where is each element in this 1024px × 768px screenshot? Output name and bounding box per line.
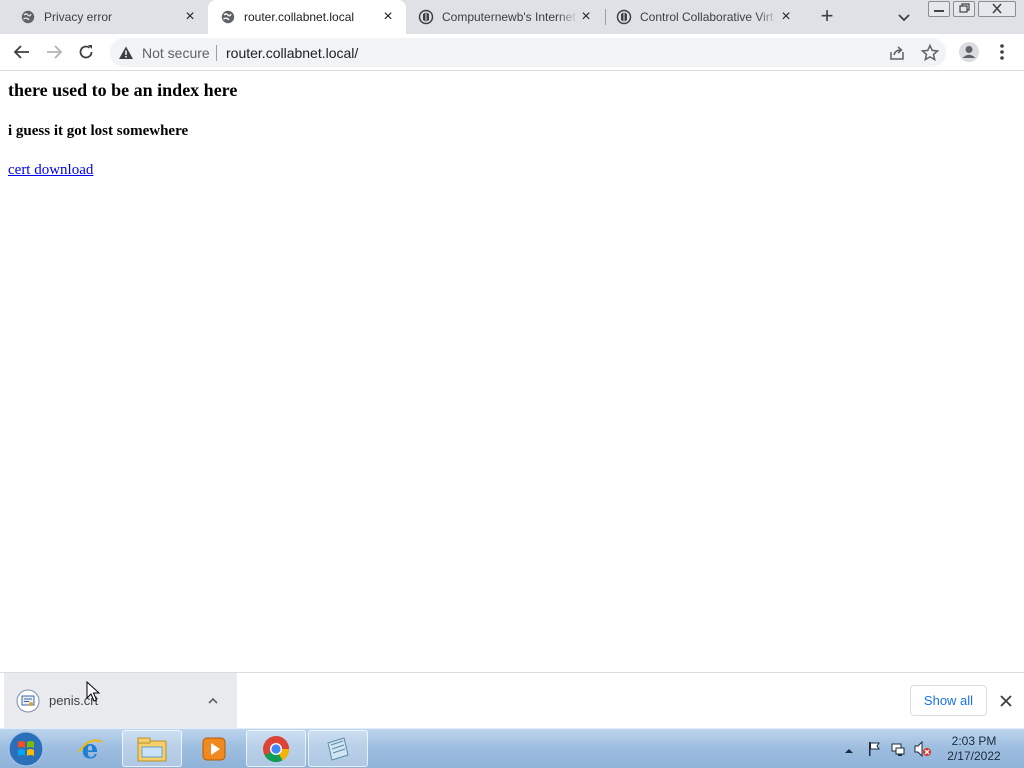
new-tab-button[interactable]: + (815, 5, 839, 29)
warning-icon[interactable] (118, 45, 134, 61)
chrome-icon[interactable] (246, 730, 306, 767)
tab-close-icon[interactable]: × (182, 9, 198, 25)
close-window-button[interactable] (978, 1, 1016, 17)
reload-button[interactable] (74, 40, 98, 64)
notes-icon[interactable] (308, 730, 368, 767)
page-content: there used to be an index here i guess i… (0, 72, 1024, 672)
globe-icon (220, 9, 236, 25)
chevron-up-icon[interactable] (205, 693, 221, 709)
start-button[interactable] (6, 730, 46, 768)
media-player-icon[interactable] (184, 730, 244, 767)
globe-icon (20, 9, 36, 25)
network-icon[interactable] (890, 741, 906, 757)
page-heading: there used to be an index here (8, 80, 238, 100)
menu-kebab-icon[interactable] (990, 40, 1014, 64)
tab-close-icon[interactable]: × (380, 9, 396, 25)
collabvm-icon (418, 9, 434, 25)
certificate-file-icon (16, 689, 40, 713)
profile-avatar-icon[interactable] (957, 40, 981, 64)
bookmark-star-icon[interactable] (920, 43, 940, 63)
download-shelf: penis.crt Show all (0, 672, 1024, 729)
browser-toolbar: Not secure router.collabnet.local/ (0, 34, 1024, 71)
tab-strip: Privacy error × router.collabnet.local ×… (0, 0, 1024, 34)
mouse-cursor-icon (86, 680, 101, 703)
tab-close-icon[interactable]: × (578, 9, 594, 25)
tab-title: Privacy error (44, 10, 113, 24)
cert-download-link[interactable]: cert download (8, 162, 93, 179)
show-all-button[interactable]: Show all (910, 685, 987, 716)
windows-taskbar: e 2:03 PM 2/17/2022 (0, 728, 1024, 768)
tab-router[interactable]: router.collabnet.local × (208, 0, 406, 34)
address-bar[interactable]: Not secure router.collabnet.local/ (110, 38, 946, 67)
page-subheading: i guess it got lost somewhere (8, 123, 189, 139)
collabvm-icon (616, 9, 632, 25)
volume-muted-icon[interactable] (914, 740, 931, 758)
tab-search-chevron-icon[interactable] (894, 7, 914, 27)
clock-date: 2/17/2022 (947, 749, 1001, 763)
internet-explorer-icon[interactable]: e (60, 730, 120, 767)
forward-button[interactable] (42, 40, 66, 64)
download-item[interactable]: penis.crt (4, 673, 237, 729)
tab-computernewb[interactable]: Computernewb's Internet × (406, 0, 604, 34)
tab-close-icon[interactable]: × (778, 9, 794, 25)
minimize-button[interactable] (928, 1, 950, 17)
tab-title: Computernewb's Internet (442, 10, 576, 24)
file-explorer-icon[interactable] (122, 730, 182, 767)
tab-title: Control Collaborative Virt (640, 10, 774, 24)
tab-title: router.collabnet.local (244, 10, 355, 24)
action-center-flag-icon[interactable] (866, 741, 882, 757)
url-text[interactable]: router.collabnet.local/ (226, 45, 358, 61)
tab-control-collaborative[interactable]: Control Collaborative Virt × (606, 0, 804, 34)
address-separator (216, 45, 217, 61)
restore-button[interactable] (953, 1, 975, 17)
security-label[interactable]: Not secure (142, 45, 210, 61)
clock-time: 2:03 PM (951, 734, 997, 748)
tab-privacy-error[interactable]: Privacy error × (0, 0, 208, 34)
close-icon[interactable] (997, 692, 1015, 710)
system-clock[interactable]: 2:03 PM 2/17/2022 (940, 734, 1008, 764)
show-hidden-icons-icon[interactable] (844, 743, 854, 753)
share-icon[interactable] (888, 44, 906, 62)
back-button[interactable] (10, 40, 34, 64)
